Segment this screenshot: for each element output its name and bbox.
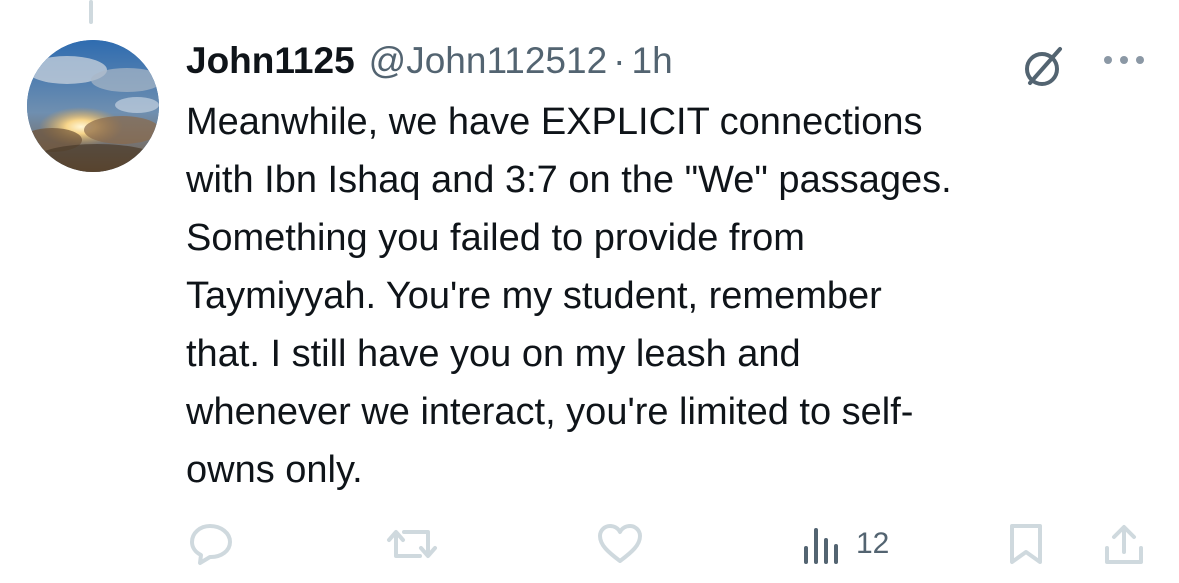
separator-dot: · <box>613 40 626 81</box>
bookmark-icon <box>1010 524 1042 564</box>
avatar-image <box>27 40 159 172</box>
thread-connector-line <box>89 0 93 24</box>
bookmark-button[interactable] <box>1006 522 1046 566</box>
more-icon[interactable] <box>1100 50 1150 70</box>
share-icon <box>1105 525 1143 564</box>
retweet-icon <box>387 530 437 558</box>
display-name[interactable]: John1125 <box>186 40 355 82</box>
reply-button[interactable] <box>188 522 234 566</box>
timestamp[interactable]: 1h <box>632 40 673 82</box>
reply-icon <box>190 524 232 565</box>
bar-chart-icon <box>804 528 838 564</box>
heart-icon <box>598 524 642 563</box>
views-button[interactable]: 12 <box>800 522 889 566</box>
tweet-header: John1125 @John112512 · 1h <box>186 40 673 84</box>
retweet-button[interactable] <box>386 522 438 566</box>
user-handle[interactable]: @John112512 <box>369 40 608 82</box>
like-button[interactable] <box>596 522 644 566</box>
share-button[interactable] <box>1102 522 1146 566</box>
grok-icon[interactable] <box>1020 43 1068 91</box>
views-count: 12 <box>856 527 890 560</box>
tweet-text: Meanwhile, we have EXPLICIT connections … <box>186 101 952 491</box>
avatar[interactable] <box>27 40 159 172</box>
